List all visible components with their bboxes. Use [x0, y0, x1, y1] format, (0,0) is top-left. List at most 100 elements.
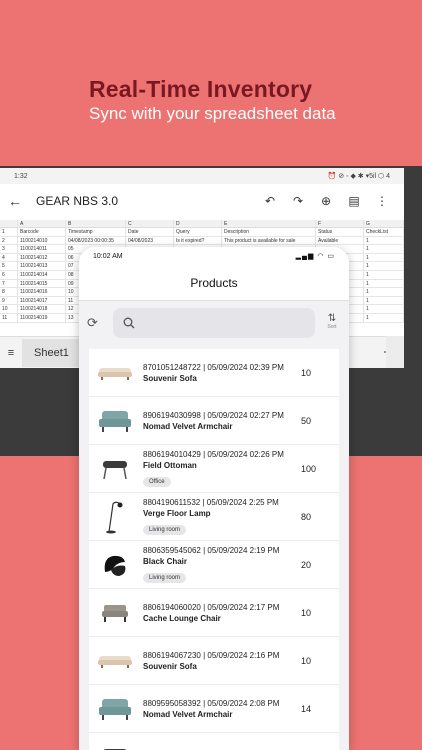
- product-list-item[interactable]: 8806194010429 | 05/09/2024 02:26 PM Field…: [89, 445, 339, 493]
- column-letter[interactable]: C: [126, 220, 174, 227]
- product-barcode-timestamp: 8806194010429 | 05/09/2024 02:26 PM: [143, 449, 284, 459]
- column-letter[interactable]: E: [222, 220, 316, 227]
- comment-icon[interactable]: ▤: [340, 194, 368, 208]
- sheet-cell[interactable]: 1: [364, 270, 404, 279]
- column-letter[interactable]: F: [316, 220, 364, 227]
- sheet-cell[interactable]: 1100214018: [18, 305, 66, 313]
- product-quantity: 10: [301, 607, 312, 618]
- column-letter[interactable]: A: [18, 220, 66, 227]
- tablet-status-time: 1:32: [14, 172, 28, 180]
- sheet-cell[interactable]: 1100214012: [18, 253, 66, 262]
- sheet-cell[interactable]: Available: [316, 236, 364, 245]
- sheet-cell[interactable]: 04/08/2023 00:00:35: [66, 236, 126, 245]
- sheet-cell[interactable]: 9: [0, 296, 18, 305]
- sheet-cell[interactable]: 1100214017: [18, 296, 66, 305]
- sheet-cell[interactable]: 1: [364, 279, 404, 288]
- sheet-cell[interactable]: 04/08/2023: [126, 236, 174, 245]
- sheet-cell[interactable]: 1: [0, 228, 18, 236]
- sheet-cell[interactable]: Description: [222, 228, 316, 236]
- product-info: 8806359545062 | 05/09/2024 2:19 PM Black …: [141, 546, 301, 584]
- sheet-cell[interactable]: 1: [364, 245, 404, 253]
- sheet-cell[interactable]: 1: [364, 236, 404, 245]
- sheet-cell[interactable]: 1100214011: [18, 245, 66, 253]
- sheet-cell[interactable]: 1: [364, 313, 404, 322]
- product-name: Souvenir Sofa: [143, 661, 197, 671]
- sheet-cell[interactable]: 10: [0, 305, 18, 313]
- product-info: 8809595058392 | 05/09/2024 2:08 PM Nomad …: [141, 699, 301, 719]
- add-person-icon[interactable]: ⊕: [312, 194, 340, 208]
- tablet-status-icons: ⏰ ⊘ ◦ ◆ ✱ ▾5il ⬡ 4: [327, 173, 390, 180]
- sheet-cell[interactable]: CheckList: [364, 228, 404, 236]
- product-name: Nomad Velvet Armchair: [143, 709, 233, 719]
- product-quantity: 14: [301, 703, 312, 714]
- sheet-cell[interactable]: Is it expired?: [174, 236, 222, 245]
- sheet-cell[interactable]: 1: [364, 296, 404, 305]
- column-letter[interactable]: [0, 220, 18, 227]
- sheet-cell[interactable]: 5: [0, 262, 18, 270]
- column-letter[interactable]: G: [364, 220, 404, 227]
- more-vert-icon[interactable]: ⋮: [368, 194, 396, 208]
- phone-status-bar: 10:02 AM ▂▄▆ ◠ ▭: [79, 247, 349, 265]
- product-list-item[interactable]: 8806194060020 | 05/09/2024 2:17 PM Cache …: [89, 589, 339, 637]
- sheet-cell[interactable]: Status: [316, 228, 364, 236]
- product-list-item[interactable]: 8906194030998 | 05/09/2024 02:27 PM Nomad…: [89, 397, 339, 445]
- product-name: Cache Lounge Chair: [143, 613, 221, 623]
- sheet-cell[interactable]: Barcode: [18, 228, 66, 236]
- product-barcode-timestamp: 8906194030998 | 05/09/2024 02:27 PM: [143, 410, 284, 420]
- product-category-tag: Office: [143, 476, 171, 487]
- column-letter[interactable]: D: [174, 220, 222, 227]
- sheet-cell[interactable]: 1100214019: [18, 313, 66, 322]
- phone-status-time: 10:02 AM: [93, 252, 123, 260]
- sheet-cell[interactable]: Date: [126, 228, 174, 236]
- sheet-cell[interactable]: This product is available for sale: [222, 236, 316, 245]
- armchair-icon: [89, 689, 141, 729]
- sheet-cell[interactable]: Query: [174, 228, 222, 236]
- sheet-cell[interactable]: 1100214015: [18, 279, 66, 288]
- product-list-item[interactable]: 8806359545062 | 05/09/2024 2:19 PM Black …: [89, 541, 339, 589]
- product-barcode-timestamp: 8804190611532 | 05/09/2024 2:25 PM: [143, 497, 279, 507]
- floor-lamp-icon: [89, 497, 141, 537]
- product-name: Black Chair: [143, 556, 188, 566]
- sheet-cell[interactable]: 7: [0, 279, 18, 288]
- sort-button[interactable]: ⇅ Sort: [321, 314, 343, 332]
- sheet-cell[interactable]: 1100214016: [18, 288, 66, 296]
- product-barcode-timestamp: 8806359545062 | 05/09/2024 2:19 PM: [143, 545, 280, 555]
- sheets-app-bar: ← GEAR NBS 3.0 ↶ ↷ ⊕ ▤ ⋮: [0, 184, 404, 218]
- product-name: Souvenir Sofa: [143, 373, 197, 383]
- sheet-cell[interactable]: 1100214013: [18, 262, 66, 270]
- sheet-cell[interactable]: 4: [0, 253, 18, 262]
- undo-icon[interactable]: ↶: [256, 194, 284, 208]
- sheet-cell[interactable]: 1: [364, 288, 404, 296]
- sheet-row: 1 Barcode Timestamp Date Query Description Sta…: [0, 228, 404, 237]
- back-arrow-icon[interactable]: ←: [8, 193, 36, 209]
- redo-icon[interactable]: ↷: [284, 194, 312, 208]
- product-list-item[interactable]: 8806194067230 | 05/09/2024 2:16 PM Souven…: [89, 637, 339, 685]
- product-info: 8804190611532 | 05/09/2024 2:25 PM Verge …: [141, 498, 301, 536]
- sheet-cell[interactable]: 1: [364, 305, 404, 313]
- sheet-row: 2 1100214010 04/08/2023 00:00:35 04/08/2023…: [0, 236, 404, 246]
- black-chair-icon: [89, 545, 141, 585]
- column-letter[interactable]: B: [66, 220, 126, 227]
- product-category-tag: Living room: [143, 524, 187, 535]
- sheet-cell[interactable]: Timestamp: [66, 228, 126, 236]
- product-list-item[interactable]: 8804190611532 | 05/09/2024 2:25 PM Verge …: [89, 493, 339, 541]
- sheet-cell[interactable]: 11: [0, 313, 18, 322]
- sheet-cell[interactable]: 1100214014: [18, 270, 66, 279]
- product-info: 8806194060020 | 05/09/2024 2:17 PM Cache …: [141, 603, 301, 623]
- sheet-cell[interactable]: 1100214010: [18, 236, 66, 245]
- product-list-item[interactable]: 8809595058392 | 05/09/2024 2:08 PM Nomad …: [89, 685, 339, 733]
- product-list-item[interactable]: 8806194010429 | 05/09/2024 2:07 PM: [89, 733, 339, 750]
- sheet-cell[interactable]: 3: [0, 245, 18, 253]
- product-quantity: 100: [301, 463, 317, 474]
- product-list-item[interactable]: 8701051248722 | 05/09/2024 02:39 PM Souve…: [89, 349, 339, 397]
- sheet-cell[interactable]: 6: [0, 270, 18, 279]
- refresh-icon[interactable]: ⟳: [87, 315, 107, 331]
- sheet-tab-sheet1[interactable]: Sheet1: [22, 338, 81, 367]
- search-input[interactable]: [113, 308, 315, 338]
- sheets-menu-icon[interactable]: ≡: [0, 347, 22, 359]
- sheet-cell[interactable]: 1: [364, 253, 404, 262]
- sheet-cell[interactable]: 8: [0, 288, 18, 296]
- sheet-cell[interactable]: 1: [364, 262, 404, 270]
- sheet-cell[interactable]: 2: [0, 236, 18, 245]
- hero-subtitle: Sync with your spreadsheet data: [89, 104, 336, 123]
